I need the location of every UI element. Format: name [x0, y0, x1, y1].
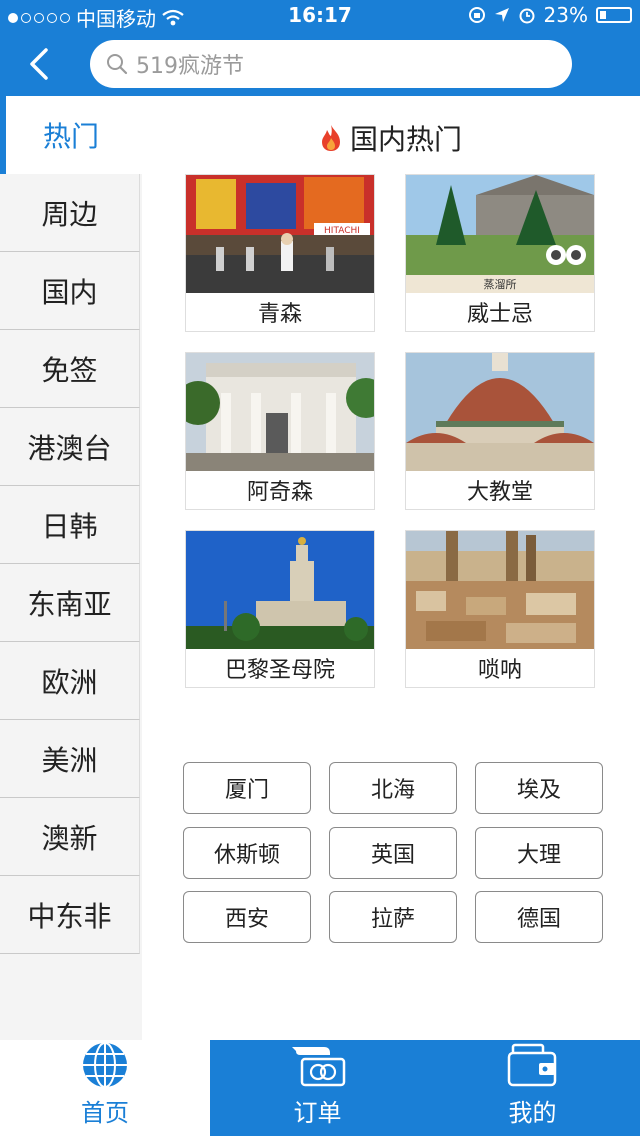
rotation-lock-icon [468, 7, 485, 23]
destination-photo [186, 353, 374, 471]
destination-tag[interactable]: 德国 [475, 891, 603, 943]
sidebar-item-label: 欧洲 [41, 665, 98, 699]
destination-tag[interactable]: 北海 [329, 762, 457, 814]
sidebar-item-label: 免签 [41, 353, 98, 387]
sidebar-item-americas[interactable]: 美洲 [0, 720, 140, 798]
category-sidebar: 热门 周边 国内 免签 港澳台 日韩 东南亚 欧洲 美洲 澳新 中东非 [0, 96, 142, 1040]
destination-photo [406, 353, 594, 471]
destination-photo: HITACHI [186, 175, 374, 293]
destination-card[interactable]: HITACHI 青森 [185, 174, 375, 332]
sidebar-item-label: 美洲 [41, 743, 98, 777]
destination-tag[interactable]: 大理 [475, 827, 603, 879]
tab-home[interactable]: 首页 [0, 1040, 210, 1136]
sidebar-item-middle-east-africa[interactable]: 中东非 [0, 876, 140, 954]
flame-icon [321, 125, 340, 151]
sidebar-item-label: 热门 [42, 120, 99, 153]
sidebar-item-label: 周边 [41, 197, 98, 231]
battery-icon [596, 7, 632, 23]
destination-tag[interactable]: 拉萨 [329, 891, 457, 943]
sidebar-item-label: 东南亚 [27, 587, 112, 621]
sidebar-item-europe[interactable]: 欧洲 [0, 642, 140, 720]
alarm-icon [519, 8, 535, 24]
destination-label: 青森 [257, 302, 302, 327]
location-icon [494, 8, 509, 22]
tab-orders[interactable]: 订单 [210, 1040, 425, 1136]
search-icon [107, 54, 128, 75]
section-title: 国内热门 [142, 118, 640, 158]
tab-mine[interactable]: 我的 [425, 1040, 640, 1136]
destination-tag[interactable]: 厦门 [183, 762, 311, 814]
sidebar-item-label: 港澳台 [27, 431, 112, 465]
destination-tag[interactable]: 埃及 [475, 762, 603, 814]
sidebar-item-label: 日韩 [41, 509, 98, 543]
sidebar-item-domestic[interactable]: 国内 [0, 252, 140, 330]
sidebar-item-southeast-asia[interactable]: 东南亚 [0, 564, 140, 642]
section-title-text: 国内热门 [349, 123, 462, 156]
tab-label: 订单 [293, 1099, 342, 1127]
destination-tag[interactable]: 西安 [183, 891, 311, 943]
destination-label: 阿奇森 [246, 480, 313, 505]
photo-caption: 蒸溜所 [484, 277, 517, 291]
tab-bar: 首页 订单 我的 [0, 1040, 640, 1136]
sidebar-item-visa-free[interactable]: 免签 [0, 330, 140, 408]
sidebar-item-nearby[interactable]: 周边 [0, 174, 140, 252]
destination-card[interactable]: 蒸溜所 威士忌 [405, 174, 595, 332]
destination-photo [406, 531, 594, 649]
photo-caption: HITACHI [324, 226, 360, 236]
destination-photo [186, 531, 374, 649]
ticket-hand-icon [291, 1047, 345, 1087]
destination-label: 唢呐 [477, 658, 522, 683]
search-placeholder: 519疯游节 [136, 54, 244, 79]
destination-tag[interactable]: 休斯顿 [183, 827, 311, 879]
destination-card[interactable]: 大教堂 [405, 352, 595, 510]
destination-photo: 蒸溜所 [406, 175, 594, 293]
destination-label: 大教堂 [466, 480, 533, 505]
tab-label: 首页 [81, 1099, 129, 1127]
destination-label: 威士忌 [466, 302, 533, 327]
destination-card[interactable]: 巴黎圣母院 [185, 530, 375, 688]
sidebar-item-oceania[interactable]: 澳新 [0, 798, 140, 876]
sidebar-item-label: 国内 [41, 275, 98, 309]
sidebar-item-hk-macau-tw[interactable]: 港澳台 [0, 408, 140, 486]
destination-card[interactable]: 唢呐 [405, 530, 595, 688]
destination-card[interactable]: 阿奇森 [185, 352, 375, 510]
sidebar-item-japan-korea[interactable]: 日韩 [0, 486, 140, 564]
nav-bar: 519疯游节 [0, 30, 640, 96]
globe-icon [83, 1042, 127, 1088]
destination-label: 巴黎圣母院 [224, 658, 335, 683]
wallet-icon [507, 1043, 556, 1087]
sidebar-item-label: 澳新 [41, 821, 98, 855]
tab-label: 我的 [508, 1099, 557, 1127]
sidebar-item-label: 中东非 [27, 899, 112, 933]
battery-percent: 23% [543, 3, 588, 27]
sidebar-item-hot[interactable]: 热门 [0, 96, 142, 174]
destination-tag[interactable]: 英国 [329, 827, 457, 879]
search-input[interactable]: 519疯游节 [90, 40, 572, 88]
status-bar: 中国移动 16:17 23% [0, 0, 640, 31]
back-arrow-icon[interactable] [20, 46, 60, 82]
